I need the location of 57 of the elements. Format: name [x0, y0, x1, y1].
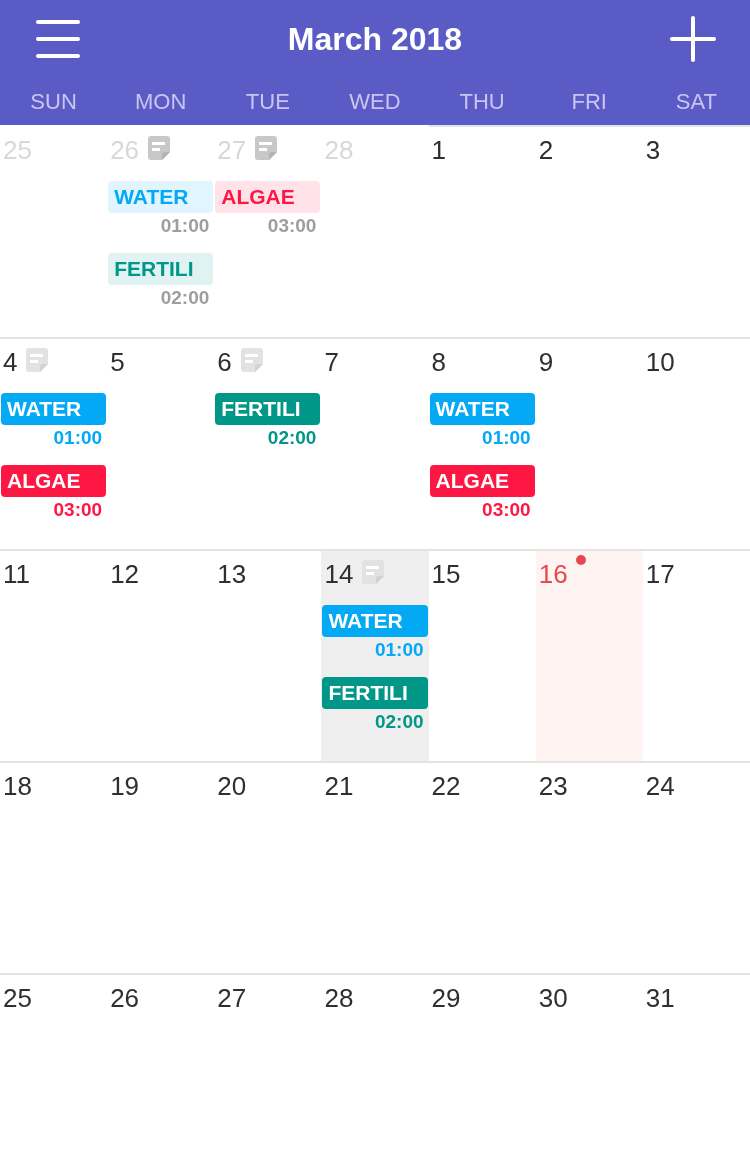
- day-number: 18: [3, 771, 32, 801]
- weekday-label: MON: [135, 87, 187, 116]
- event-pill[interactable]: ALGAE: [1, 465, 107, 497]
- day-number: 14: [324, 559, 354, 589]
- event-time: 01:00: [373, 638, 425, 662]
- day-number: 26: [110, 983, 140, 1013]
- day-number: 5: [110, 347, 125, 377]
- day-number: 10: [645, 347, 675, 377]
- day-number: 13: [217, 559, 247, 589]
- day-number: 17: [645, 559, 675, 589]
- day-number: 24: [645, 771, 675, 801]
- day-number: 29: [431, 983, 461, 1013]
- event-pill[interactable]: FERTILI: [322, 677, 428, 709]
- day-number: 11: [3, 559, 30, 589]
- day-cell[interactable]: 16: [535, 549, 643, 761]
- weekday-label: WED: [349, 87, 401, 116]
- day-number: 15: [431, 559, 461, 589]
- menu-icon[interactable]: [36, 20, 80, 58]
- day-number: 16: [538, 559, 568, 589]
- event-time: 01:00: [159, 214, 211, 238]
- day-number: 27: [217, 983, 247, 1013]
- day-number: 23: [538, 771, 568, 801]
- day-number: 3: [645, 135, 661, 165]
- day-number: 12: [110, 559, 140, 589]
- weekday-label: FRI: [571, 87, 607, 116]
- event-time: 03:00: [481, 498, 532, 522]
- month-title: March 2018: [287, 20, 463, 59]
- event-time: 01:00: [52, 426, 104, 450]
- event-pill[interactable]: ALGAE: [429, 465, 535, 497]
- event-time: 03:00: [52, 498, 104, 522]
- day-number: 4: [3, 347, 18, 377]
- day-number: 6: [217, 347, 232, 377]
- weekday-label: TUE: [245, 87, 290, 116]
- day-number: 8: [431, 347, 447, 377]
- day-cell[interactable]: 14 WATER 01:00 FERTILI 02:00: [321, 549, 429, 761]
- event-time: 02:00: [266, 426, 318, 450]
- day-number: 28: [324, 983, 354, 1013]
- day-number: 9: [538, 347, 554, 377]
- day-number: 19: [110, 771, 140, 801]
- day-number: 25: [3, 983, 32, 1013]
- day-number: 31: [645, 983, 675, 1013]
- weekday-label: SAT: [675, 87, 717, 116]
- event-time: 01:00: [481, 426, 532, 450]
- add-icon[interactable]: [670, 16, 716, 62]
- event-time: 02:00: [159, 286, 211, 310]
- day-number: 21: [324, 771, 354, 801]
- event-pill[interactable]: FERTILI: [215, 393, 321, 425]
- day-number: 7: [324, 347, 339, 377]
- event-time: 02:00: [373, 710, 425, 734]
- day-number: 22: [431, 771, 461, 801]
- day-number: 1: [431, 135, 447, 165]
- event-time: 03:00: [266, 214, 318, 238]
- weekday-label: THU: [459, 87, 505, 116]
- weekday-label: SUN: [30, 87, 77, 116]
- day-number: 2: [538, 135, 554, 165]
- day-number: 30: [538, 983, 568, 1013]
- day-number: 20: [217, 771, 247, 801]
